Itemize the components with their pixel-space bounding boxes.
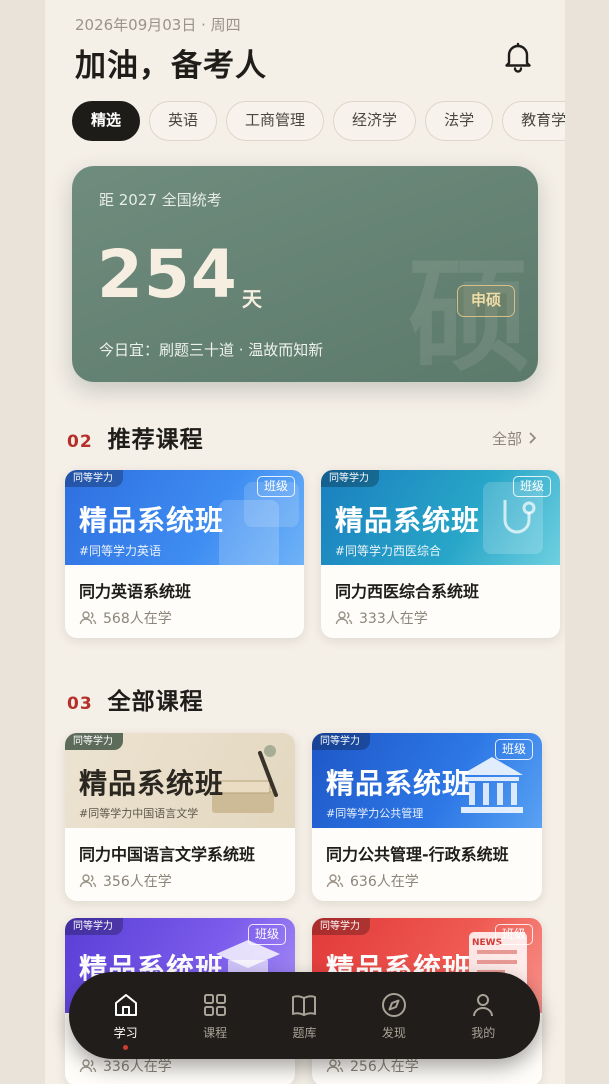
learner-count: 256人在学: [326, 1056, 419, 1076]
class-tag: 班级: [512, 476, 551, 497]
tab-law[interactable]: 法学: [425, 101, 494, 141]
course-banner: 同等学力 精品系统班 #同等学力中国语言文学: [65, 733, 295, 828]
bottom-tab-bar: 学习 课程 题库 发现 我的: [69, 972, 540, 1059]
badge-pill: 同等学力: [312, 918, 370, 935]
class-tag: 班级: [494, 739, 533, 760]
badge-pill: 同等学力: [312, 733, 370, 750]
course-name: 同力公共管理-行政系统班: [326, 845, 509, 864]
tab-label: 发现: [381, 1025, 406, 1040]
section-number: 03: [67, 694, 93, 714]
section-title: 推荐课程: [107, 427, 204, 453]
section-header-all-courses: 03 全部课程: [67, 682, 204, 716]
countdown-unit: 天: [242, 287, 262, 311]
see-all-label: 全部: [492, 430, 523, 448]
learner-count-text: 336人在学: [103, 1059, 172, 1075]
chevron-right-icon: [529, 432, 536, 444]
class-tag: 班级: [247, 924, 286, 945]
banner-title: 精品系统班: [326, 767, 472, 800]
learner-count-text: 636人在学: [350, 874, 419, 890]
banner-subtitle: #同等学力西医综合: [335, 544, 442, 558]
people-icon: [79, 874, 97, 888]
user-icon: [473, 993, 494, 1016]
banner-title: 精品系统班: [335, 504, 481, 537]
learner-count: 336人在学: [79, 1056, 172, 1076]
page-title: 加油，备考人: [75, 48, 267, 84]
countdown-days: 254: [97, 236, 238, 313]
class-tag: 班级: [256, 476, 295, 497]
category-tabs: 精选 英语 工商管理 经济学 法学 教育学: [72, 101, 565, 141]
people-icon: [326, 874, 344, 888]
banner-title: 精品系统班: [79, 767, 225, 800]
app-screen: 2026年09月03日 · 周四 加油，备考人 精选 英语 工商管理 经济学 法…: [45, 0, 565, 1084]
home-icon: [114, 993, 137, 1016]
learner-count-text: 568人在学: [103, 611, 172, 627]
watermark-text: 硕: [408, 246, 530, 382]
people-icon: [335, 611, 353, 625]
tab-education[interactable]: 教育学: [502, 101, 565, 141]
tab-english[interactable]: 英语: [149, 101, 218, 141]
compass-icon: [381, 992, 406, 1017]
tab-featured[interactable]: 精选: [72, 101, 141, 141]
people-icon: [79, 1059, 97, 1073]
tab-question-bank[interactable]: 题库: [265, 991, 343, 1041]
active-indicator: [122, 1044, 128, 1050]
learner-count-text: 356人在学: [103, 874, 172, 890]
course-card[interactable]: 同等学力 精品系统班 #同等学力公共管理 班级 同力公共管理-行政系统班 636…: [312, 733, 542, 901]
class-tag: 班级: [494, 924, 533, 945]
section-title: 全部课程: [107, 689, 204, 715]
banner-subtitle: #同等学力公共管理: [326, 807, 424, 820]
course-name: 同力英语系统班: [79, 582, 192, 601]
section-header-recommended: 02 推荐课程: [67, 420, 204, 454]
tab-label: 学习: [113, 1025, 138, 1040]
countdown-label: 距 2027 全国统考: [99, 191, 222, 209]
notification-bell-icon[interactable]: [500, 38, 536, 74]
badge-pill: 同等学力: [65, 470, 123, 487]
learner-count-text: 333人在学: [359, 611, 428, 627]
badge-pill: 同等学力: [65, 733, 123, 750]
book-icon: [292, 994, 317, 1016]
see-all-link[interactable]: 全部: [492, 428, 539, 449]
tab-label: 课程: [203, 1025, 228, 1040]
banner-subtitle: #同等学力中国语言文学: [79, 807, 199, 820]
course-banner: 同等学力 精品系统班 #同等学力西医综合 班级: [321, 470, 560, 565]
people-icon: [326, 1059, 344, 1073]
course-name: 同力中国语言文学系统班: [79, 845, 256, 864]
people-icon: [79, 611, 97, 625]
course-banner: 同等学力 精品系统班 #同等学力公共管理 班级: [312, 733, 542, 828]
course-banner: 同等学力 精品系统班 #同等学力英语 班级: [65, 470, 304, 565]
date-text: 2026年09月03日 · 周四: [75, 16, 241, 34]
grid-icon: [204, 993, 227, 1016]
course-card[interactable]: 同等学力 精品系统班 #同等学力英语 班级 同力英语系统班 568人在学: [65, 470, 304, 638]
tab-economics[interactable]: 经济学: [333, 101, 417, 141]
learner-count: 356人在学: [79, 871, 172, 891]
section-number: 02: [67, 432, 93, 452]
course-name: 同力西医综合系统班: [335, 582, 480, 601]
course-card[interactable]: 同等学力 精品系统班 #同等学力西医综合 班级 同力西医综合系统班 333人在学: [321, 470, 560, 638]
banner-subtitle: #同等学力英语: [79, 544, 162, 558]
exam-type-badge: 申硕: [457, 285, 515, 317]
tab-discover[interactable]: 发现: [355, 991, 433, 1041]
tab-label: 我的: [471, 1025, 496, 1040]
tab-courses[interactable]: 课程: [176, 991, 254, 1041]
learner-count: 333人在学: [335, 608, 428, 628]
learner-count: 636人在学: [326, 871, 419, 891]
tab-study[interactable]: 学习: [87, 991, 165, 1050]
tab-business-management[interactable]: 工商管理: [226, 101, 325, 141]
tab-label: 题库: [292, 1025, 317, 1040]
badge-pill: 同等学力: [65, 918, 123, 935]
badge-pill: 同等学力: [321, 470, 379, 487]
banner-title: 精品系统班: [79, 504, 225, 537]
learner-count: 568人在学: [79, 608, 172, 628]
exam-countdown-card[interactable]: 硕 距 2027 全国统考 254 天 申硕 今日宜：刷题三十道 · 温故而知新: [72, 166, 538, 382]
learner-count-text: 256人在学: [350, 1059, 419, 1075]
course-card[interactable]: 同等学力 精品系统班 #同等学力中国语言文学 同力中国语言文学系统班 356人在…: [65, 733, 295, 901]
tab-profile[interactable]: 我的: [444, 991, 522, 1041]
daily-tip: 今日宜：刷题三十道 · 温故而知新: [99, 341, 324, 359]
